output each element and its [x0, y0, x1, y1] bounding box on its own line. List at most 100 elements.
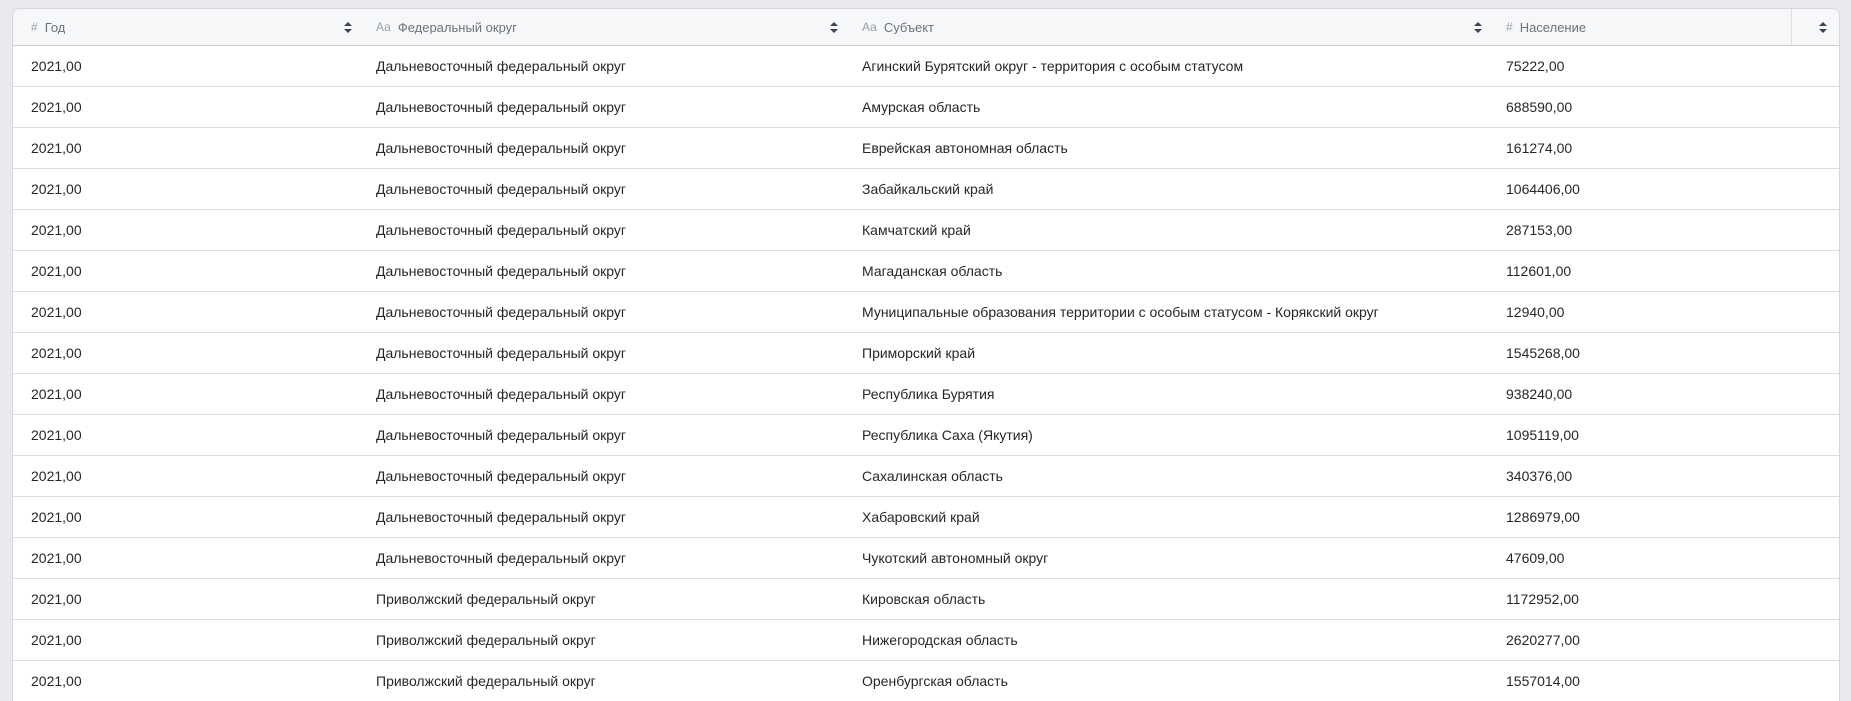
table-body: 2021,00Дальневосточный федеральный округ… [13, 46, 1839, 701]
column-label-subject: Субъект [884, 21, 934, 34]
table-cell: Муниципальные образования территории с о… [850, 292, 1494, 332]
table-cell: 2021,00 [13, 292, 364, 332]
table-cell: Республика Бурятия [850, 374, 1494, 414]
table-cell: Сахалинская область [850, 456, 1494, 496]
table-cell: Приволжский федеральный округ [364, 620, 850, 660]
table-cell: 1286979,00 [1494, 497, 1839, 537]
table-cell: 1172952,00 [1494, 579, 1839, 619]
number-type-icon: # [31, 21, 38, 33]
table-cell: 2021,00 [13, 374, 364, 414]
table-cell: Кировская область [850, 579, 1494, 619]
table-row: 2021,00Дальневосточный федеральный округ… [13, 374, 1839, 415]
table-cell: Забайкальский край [850, 169, 1494, 209]
table-cell: 2021,00 [13, 128, 364, 168]
table-row: 2021,00Дальневосточный федеральный округ… [13, 251, 1839, 292]
table-cell: Дальневосточный федеральный округ [364, 374, 850, 414]
table-cell: 2021,00 [13, 169, 364, 209]
table-cell: 2021,00 [13, 661, 364, 701]
sort-icon[interactable] [342, 18, 354, 37]
table-cell: Оренбургская область [850, 661, 1494, 701]
sort-icon[interactable] [1817, 18, 1829, 37]
table-cell: 2021,00 [13, 538, 364, 578]
column-label-federal-district: Федеральный округ [398, 21, 517, 34]
table-cell: Республика Саха (Якутия) [850, 415, 1494, 455]
table-cell: Дальневосточный федеральный округ [364, 333, 850, 373]
table-cell: Дальневосточный федеральный округ [364, 128, 850, 168]
table-cell: Приволжский федеральный округ [364, 579, 850, 619]
table-row: 2021,00Дальневосточный федеральный округ… [13, 333, 1839, 374]
table-row: 2021,00Дальневосточный федеральный округ… [13, 169, 1839, 210]
table-cell: 1095119,00 [1494, 415, 1839, 455]
table-cell: Дальневосточный федеральный округ [364, 292, 850, 332]
number-type-icon: # [1506, 21, 1513, 33]
table-row: 2021,00Приволжский федеральный округКиро… [13, 579, 1839, 620]
table-cell: Еврейская автономная область [850, 128, 1494, 168]
column-label-year: Год [45, 21, 66, 34]
table-cell: Дальневосточный федеральный округ [364, 251, 850, 291]
table-cell: 161274,00 [1494, 128, 1839, 168]
table-row: 2021,00Дальневосточный федеральный округ… [13, 538, 1839, 579]
table-cell: 2021,00 [13, 620, 364, 660]
table-cell: 47609,00 [1494, 538, 1839, 578]
table-row: 2021,00Дальневосточный федеральный округ… [13, 46, 1839, 87]
table-cell: Агинский Бурятский округ - территория с … [850, 46, 1494, 86]
table-cell: 2021,00 [13, 456, 364, 496]
text-type-icon: Аа [376, 21, 391, 33]
table-cell: 2021,00 [13, 87, 364, 127]
table-cell: Дальневосточный федеральный округ [364, 87, 850, 127]
table-cell: 2021,00 [13, 579, 364, 619]
table-cell: Нижегородская область [850, 620, 1494, 660]
table-row: 2021,00Приволжский федеральный округОрен… [13, 661, 1839, 701]
table-cell: 75222,00 [1494, 46, 1839, 86]
table-row: 2021,00Дальневосточный федеральный округ… [13, 497, 1839, 538]
table-cell: 2021,00 [13, 415, 364, 455]
table-cell: 2021,00 [13, 251, 364, 291]
table-cell: 340376,00 [1494, 456, 1839, 496]
column-header-year[interactable]: # Год [13, 9, 364, 45]
table-row: 2021,00Дальневосточный федеральный округ… [13, 87, 1839, 128]
table-cell: 2021,00 [13, 210, 364, 250]
table-cell: Дальневосточный федеральный округ [364, 456, 850, 496]
table-cell: 2021,00 [13, 497, 364, 537]
table-cell: 688590,00 [1494, 87, 1839, 127]
table-header-row: # Год Аа Федеральный округ Аа Субъект # … [13, 9, 1839, 46]
table-cell: 2620277,00 [1494, 620, 1839, 660]
data-table-card: # Год Аа Федеральный округ Аа Субъект # … [12, 8, 1840, 701]
column-label-population: Население [1520, 21, 1586, 34]
column-header-federal-district[interactable]: Аа Федеральный округ [364, 9, 850, 45]
sort-icon-cell [1791, 9, 1839, 45]
table-cell: 1545268,00 [1494, 333, 1839, 373]
table-cell: Магаданская область [850, 251, 1494, 291]
table-row: 2021,00Дальневосточный федеральный округ… [13, 292, 1839, 333]
table-cell: Дальневосточный федеральный округ [364, 497, 850, 537]
table-cell: 112601,00 [1494, 251, 1839, 291]
table-cell: Камчатский край [850, 210, 1494, 250]
table-cell: Приморский край [850, 333, 1494, 373]
table-cell: Дальневосточный федеральный округ [364, 169, 850, 209]
table-cell: 287153,00 [1494, 210, 1839, 250]
table-cell: Приволжский федеральный округ [364, 661, 850, 701]
column-header-population[interactable]: # Население [1494, 9, 1839, 45]
table-cell: 938240,00 [1494, 374, 1839, 414]
table-row: 2021,00Приволжский федеральный округНиже… [13, 620, 1839, 661]
table-cell: 2021,00 [13, 333, 364, 373]
column-header-subject[interactable]: Аа Субъект [850, 9, 1494, 45]
table-cell: 2021,00 [13, 46, 364, 86]
table-cell: Дальневосточный федеральный округ [364, 415, 850, 455]
table-cell: Чукотский автономный округ [850, 538, 1494, 578]
table-row: 2021,00Дальневосточный федеральный округ… [13, 128, 1839, 169]
table-row: 2021,00Дальневосточный федеральный округ… [13, 210, 1839, 251]
table-cell: Дальневосточный федеральный округ [364, 538, 850, 578]
table-row: 2021,00Дальневосточный федеральный округ… [13, 415, 1839, 456]
table-cell: Амурская область [850, 87, 1494, 127]
table-row: 2021,00Дальневосточный федеральный округ… [13, 456, 1839, 497]
sort-icon[interactable] [1472, 18, 1484, 37]
table-cell: 1064406,00 [1494, 169, 1839, 209]
table-cell: Хабаровский край [850, 497, 1494, 537]
table-cell: 12940,00 [1494, 292, 1839, 332]
text-type-icon: Аа [862, 21, 877, 33]
table-cell: Дальневосточный федеральный округ [364, 46, 850, 86]
table-cell: Дальневосточный федеральный округ [364, 210, 850, 250]
table-cell: 1557014,00 [1494, 661, 1839, 701]
sort-icon[interactable] [828, 18, 840, 37]
